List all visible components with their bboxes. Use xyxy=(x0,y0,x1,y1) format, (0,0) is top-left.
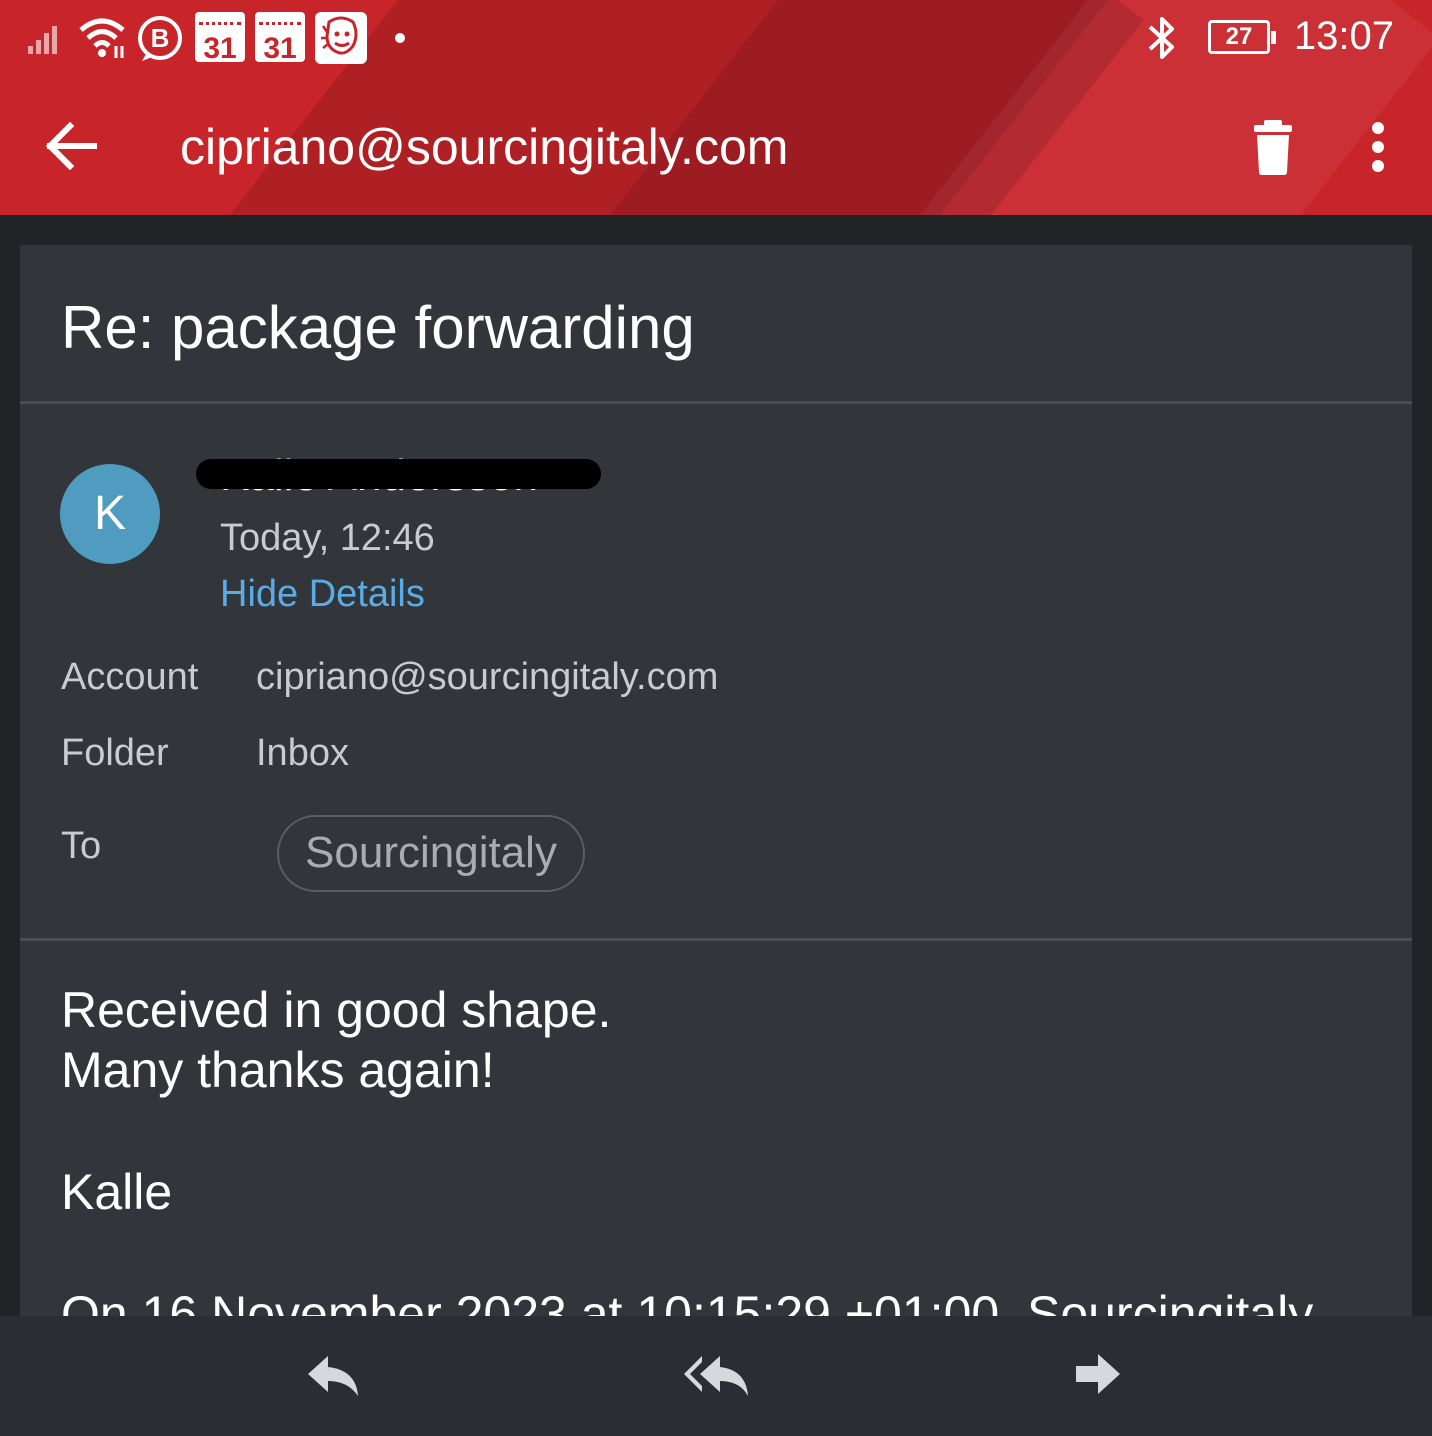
calendar-icon: 31 xyxy=(195,12,245,65)
redaction-mark xyxy=(196,459,601,489)
app-bar: cipriano@sourcingitaly.com xyxy=(0,80,1432,215)
folder-label: Folder xyxy=(61,732,169,774)
quote-header: On 16 November 2023 at 10:15:29 +01:00, … xyxy=(61,1286,1314,1320)
divider xyxy=(20,401,1412,404)
more-vert-icon[interactable] xyxy=(1360,118,1396,176)
reply-all-icon[interactable] xyxy=(680,1346,750,1406)
folder-value: Inbox xyxy=(256,732,349,774)
bottom-action-bar xyxy=(0,1316,1432,1436)
body-line: Received in good shape. xyxy=(61,982,612,1038)
body-line: Many thanks again! xyxy=(61,1042,495,1098)
battery-icon: 27 xyxy=(1208,20,1276,54)
account-label: Account xyxy=(61,656,199,698)
hide-details-link[interactable]: Hide Details xyxy=(220,573,425,616)
svg-text:B: B xyxy=(151,23,170,53)
bluetooth-icon xyxy=(1148,17,1174,59)
status-bar: B 31 31 27 13:07 xyxy=(0,0,1432,80)
to-label: To xyxy=(61,825,102,867)
signal-icon xyxy=(28,26,57,54)
recipient-chip[interactable]: Sourcingitaly xyxy=(277,815,585,892)
account-value: cipriano@sourcingitaly.com xyxy=(256,656,719,698)
calendar-icon: 31 xyxy=(255,12,305,65)
status-time: 13:07 xyxy=(1293,14,1394,58)
app-header: B 31 31 27 13:07 cipriano@sourcingitaly.… xyxy=(0,0,1432,215)
trash-icon[interactable] xyxy=(1250,118,1296,176)
b-badge-icon: B xyxy=(138,16,182,61)
notification-dot-icon xyxy=(395,33,405,43)
wifi-icon xyxy=(79,18,125,58)
signature: Kalle xyxy=(61,1164,173,1220)
forward-icon[interactable] xyxy=(1062,1346,1132,1406)
lion-app-icon xyxy=(315,12,367,64)
email-card: Re: package forwarding K Kalle Andersson… xyxy=(20,245,1412,1320)
reply-icon[interactable] xyxy=(300,1346,370,1406)
avatar[interactable]: K xyxy=(60,464,160,564)
divider xyxy=(20,938,1412,941)
back-arrow-icon[interactable] xyxy=(42,120,100,172)
app-bar-title: cipriano@sourcingitaly.com xyxy=(180,119,789,175)
sent-time: Today, 12:46 xyxy=(220,517,435,559)
email-subject: Re: package forwarding xyxy=(61,294,695,361)
